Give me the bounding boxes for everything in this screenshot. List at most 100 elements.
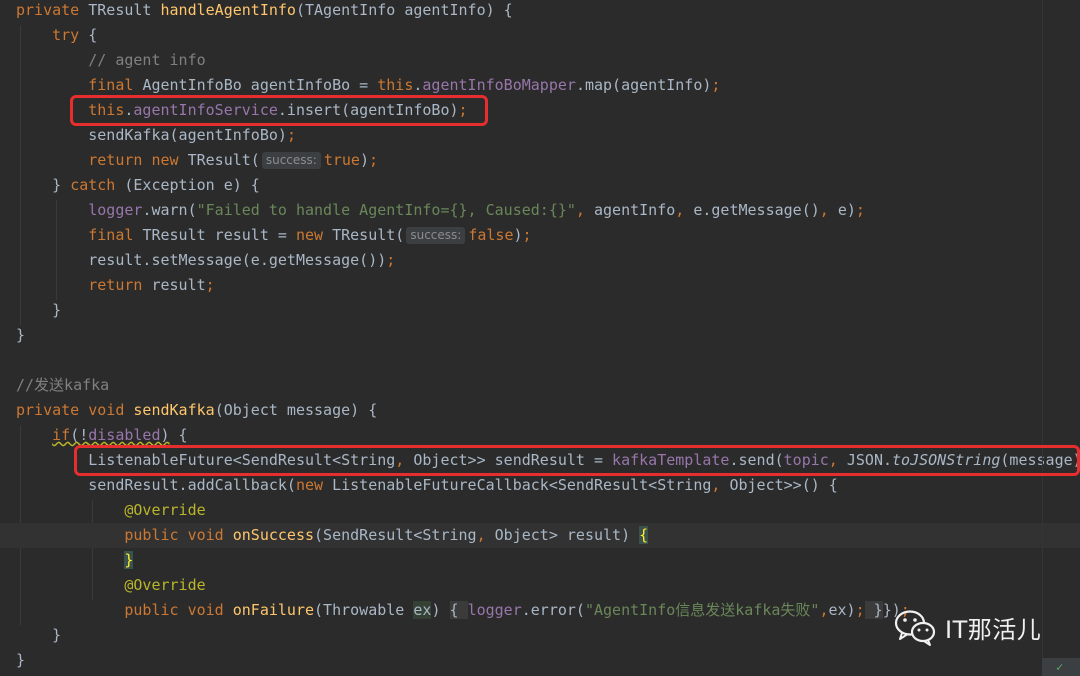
code-token: TResult( <box>332 226 405 244</box>
code-token: , <box>675 201 694 219</box>
code-token: "Failed to handle AgentInfo={}, Caused:{… <box>196 201 576 219</box>
code-line[interactable]: } <box>0 648 1080 673</box>
code-token: ex <box>413 601 432 619</box>
code-token: ) <box>431 601 450 619</box>
code-token: Object>>() { <box>729 476 838 494</box>
code-line[interactable]: private TResult handleAgentInfo(TAgentIn… <box>0 0 1080 23</box>
code-line[interactable]: //发送kafka <box>0 373 1080 398</box>
code-token: private <box>16 1 89 19</box>
code-token: } <box>16 301 62 319</box>
code-token: disabled <box>88 426 161 444</box>
code-token: if <box>52 426 71 444</box>
code-line[interactable] <box>0 348 1080 373</box>
code-line[interactable]: sendResult.addCallback(new ListenableFut… <box>0 473 1080 498</box>
code-line[interactable]: final TResult result = new TResult(succe… <box>0 223 1080 248</box>
wechat-icon <box>894 610 936 646</box>
code-line[interactable]: return result; <box>0 273 1080 298</box>
code-token: .map(agentInfo) <box>575 76 712 94</box>
code-token: sendKafka(agentInfoBo) <box>16 126 287 144</box>
code-token: private void <box>16 401 134 419</box>
code-token: onFailure <box>232 601 315 619</box>
code-line[interactable]: } <box>0 323 1080 348</box>
code-token: return <box>88 276 152 294</box>
code-line[interactable]: sendKafka(agentInfoBo); <box>0 123 1080 148</box>
code-token: public void <box>124 601 233 619</box>
inspection-check-icon: ✓ <box>1056 660 1064 674</box>
code-token: true <box>323 151 360 169</box>
code-token: return new <box>88 151 188 169</box>
code-token: AgentInfoBo agentInfoBo = <box>142 76 378 94</box>
code-token: , <box>819 201 838 219</box>
code-line[interactable]: private void sendKafka(Object message) { <box>0 398 1080 423</box>
code-token: agentInfo <box>593 201 676 219</box>
code-token: } <box>16 626 62 644</box>
highlight-box-kafka-send <box>74 445 1080 476</box>
code-line[interactable]: return new TResult(success: true); <box>0 148 1080 173</box>
code-line[interactable]: @Override <box>0 498 1080 523</box>
code-token: handleAgentInfo <box>160 1 296 19</box>
code-line[interactable]: result.setMessage(e.getMessage()); <box>0 248 1080 273</box>
code-token: ; <box>386 251 396 269</box>
code-token: (SendResult<String <box>314 526 477 544</box>
code-token: ; <box>522 226 532 244</box>
code-token: (TAgentInfo agentInfo) { <box>295 1 513 19</box>
code-line[interactable]: public void onSuccess(SendResult<String,… <box>0 523 1080 548</box>
code-token: .error( <box>521 601 585 619</box>
code-token: { <box>88 26 98 44</box>
code-token: result <box>151 276 206 294</box>
code-line[interactable]: try { <box>0 23 1080 48</box>
code-line[interactable]: logger.warn("Failed to handle AgentInfo=… <box>0 198 1080 223</box>
code-line[interactable]: } <box>0 548 1080 573</box>
code-token: ListenableFutureCallback<SendResult<Stri… <box>332 476 712 494</box>
watermark: IT那活儿 <box>893 605 1041 649</box>
code-line[interactable]: // agent info <box>0 48 1080 73</box>
code-token: ) <box>513 226 523 244</box>
code-token: final <box>88 226 143 244</box>
code-token: // agent info <box>88 51 206 69</box>
code-token: , <box>819 601 829 619</box>
code-token: ; <box>711 76 721 94</box>
code-token: ) <box>359 151 369 169</box>
code-token: { <box>449 601 468 619</box>
code-token: try <box>52 26 89 44</box>
code-line[interactable]: @Override <box>0 573 1080 598</box>
parameter-hint: success: <box>406 227 466 244</box>
code-token: .warn( <box>142 201 197 219</box>
code-token: sendResult.addCallback( <box>16 476 296 494</box>
code-token: ex) <box>828 601 856 619</box>
code-token: ) <box>160 426 170 444</box>
code-token: (Exception e) { <box>124 176 260 194</box>
code-line[interactable]: } <box>0 298 1080 323</box>
inspection-widget[interactable]: ✓ <box>1042 658 1080 676</box>
code-token: (Throwable <box>314 601 414 619</box>
code-token: onSuccess <box>232 526 315 544</box>
code-token: final <box>88 76 143 94</box>
code-token: result.setMessage(e.getMessage()) <box>16 251 387 269</box>
code-line[interactable]: } catch (Exception e) { <box>0 173 1080 198</box>
code-token: //发送kafka <box>16 376 110 394</box>
code-token: ; <box>286 126 296 144</box>
code-token: e) <box>837 201 856 219</box>
code-token: e.getMessage() <box>693 201 820 219</box>
code-token: } <box>124 551 134 569</box>
code-token: ; <box>855 201 865 219</box>
code-token: } <box>864 601 883 619</box>
right-margin-guide <box>1042 0 1043 676</box>
code-token: new <box>295 476 333 494</box>
code-token: agentInfoBoMapper <box>422 76 576 94</box>
code-token: , <box>476 526 495 544</box>
parameter-hint: success: <box>261 152 321 169</box>
code-token: logger <box>467 601 522 619</box>
